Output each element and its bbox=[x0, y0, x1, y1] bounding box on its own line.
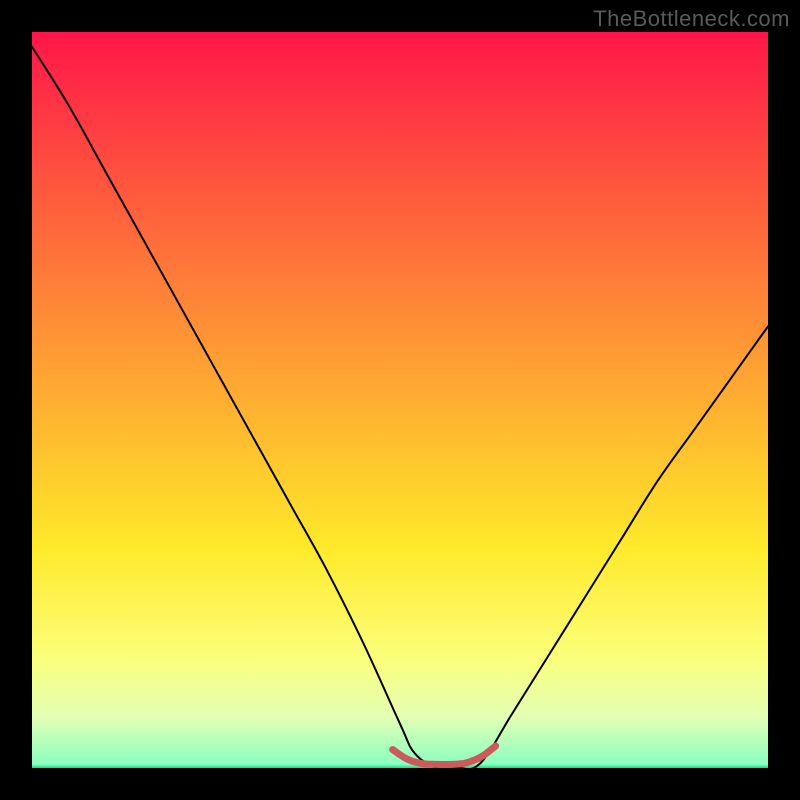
plot-area bbox=[32, 32, 768, 768]
chart-frame: TheBottleneck.com bbox=[0, 0, 800, 800]
bottleneck-chart bbox=[32, 32, 768, 768]
heat-gradient bbox=[32, 32, 768, 768]
watermark-text: TheBottleneck.com bbox=[593, 6, 790, 32]
